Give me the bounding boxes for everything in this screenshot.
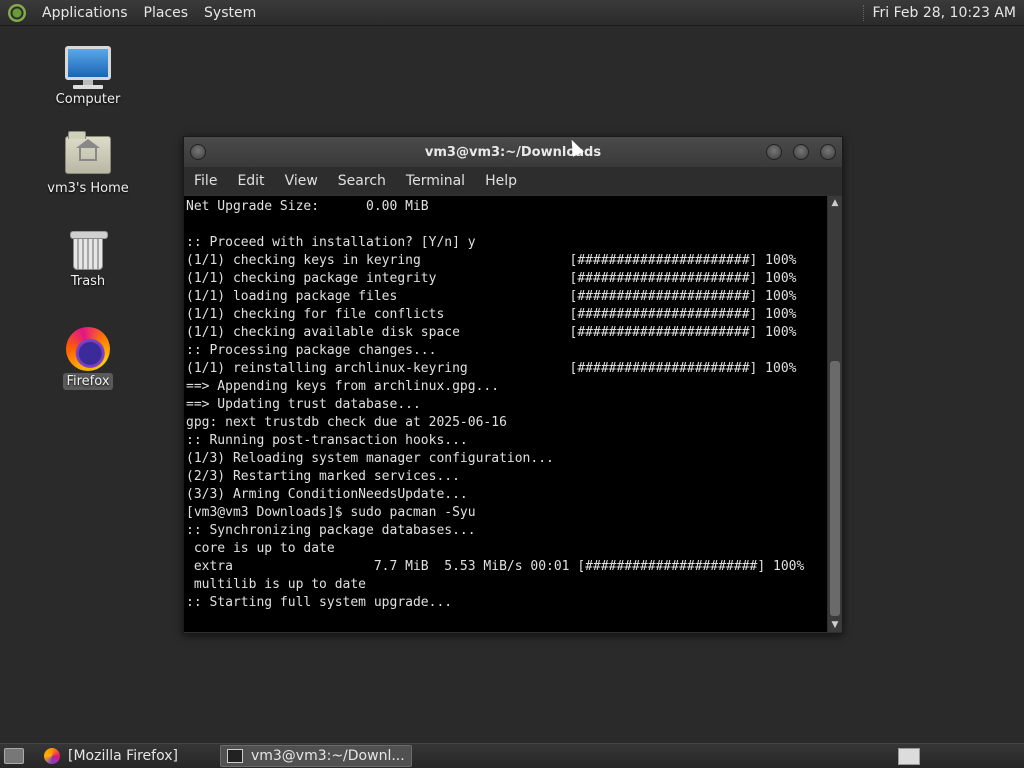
taskbar-item-label: vm3@vm3:~/Downl... [250,748,405,764]
taskbar-item-terminal[interactable]: vm3@vm3:~/Downl... [219,745,412,767]
desktop-icon-label: Trash [70,274,106,289]
terminal-line: (1/1) reinstalling archlinux-keyring [##… [186,361,797,376]
terminal-line: Net Upgrade Size: 0.00 MiB [186,199,429,214]
terminal-line: :: Proceed with installation? [Y/n] y [186,235,476,250]
firefox-icon [33,327,143,371]
terminal-line: (1/1) checking for file conflicts [#####… [186,307,797,322]
terminal-line: ==> Appending keys from archlinux.gpg... [186,379,500,394]
terminal-line: (1/1) checking keys in keyring [########… [186,253,797,268]
terminal-line: core is up to date [186,541,335,556]
top-panel: Applications Places System Fri Feb 28, 1… [0,0,1024,26]
terminal-line: (2/3) Restarting marked services... [186,469,460,484]
terminal-line: (1/1) checking available disk space [###… [186,325,797,340]
terminal-menubar: File Edit View Search Terminal Help [184,167,842,195]
terminal-line: (3/3) Arming ConditionNeedsUpdate... [186,487,468,502]
desktop-icon-label: Firefox [63,373,113,390]
terminal-line: extra 7.7 MiB 5.53 MiB/s 00:01 [########… [186,559,805,574]
menu-file[interactable]: File [184,173,227,189]
scroll-down-arrow-icon[interactable]: ▼ [828,618,842,632]
menu-applications[interactable]: Applications [34,5,136,21]
menu-terminal[interactable]: Terminal [396,173,475,189]
menu-edit[interactable]: Edit [227,173,274,189]
desktop-icon-label: Computer [55,92,121,107]
terminal-line: :: Starting full system upgrade... [186,595,453,610]
menu-view[interactable]: View [275,173,328,189]
clock[interactable]: Fri Feb 28, 10:23 AM [863,4,1020,21]
terminal-icon [226,749,243,763]
desktop-icon-home[interactable]: vm3's Home [33,131,143,197]
terminal-line: gpg: next trustdb check due at 2025-06-1… [186,415,507,430]
terminal-line: (1/3) Reloading system manager configura… [186,451,554,466]
terminal-line: :: Synchronizing package databases... [186,523,476,538]
terminal-line: :: Processing package changes... [186,343,437,358]
terminal-line: (1/1) checking package integrity [######… [186,271,797,286]
terminal-lines: Net Upgrade Size: 0.00 MiB :: Proceed wi… [184,196,827,612]
desktop-icon-label: vm3's Home [47,181,129,196]
window-menu-icon[interactable] [190,144,206,160]
terminal-line: multilib is up to date [186,577,367,592]
desktop-icon-firefox[interactable]: Firefox [33,327,143,390]
taskbar-item-label: [Mozilla Firefox] [68,748,178,764]
scroll-up-arrow-icon[interactable]: ▲ [828,196,842,210]
firefox-icon [44,748,60,764]
minimize-button[interactable] [766,144,782,160]
desktop-icon-computer[interactable]: Computer [33,46,143,108]
close-button[interactable] [820,144,836,160]
menu-help[interactable]: Help [475,173,527,189]
scroll-thumb[interactable] [830,361,840,616]
taskbar-item-firefox[interactable]: [Mozilla Firefox] [38,745,184,767]
computer-icon [33,46,143,89]
maximize-button[interactable] [793,144,809,160]
workspace-switcher[interactable] [898,748,920,765]
desktop-icon-trash[interactable]: Trash [33,231,143,290]
home-folder-icon [33,131,143,178]
menu-system[interactable]: System [196,5,264,21]
window-titlebar[interactable]: vm3@vm3:~/Downloads [184,137,842,167]
terminal-scrollbar[interactable]: ▲ ▼ [828,196,842,632]
show-desktop-icon[interactable] [4,748,24,764]
terminal-line: (1/1) loading package files [###########… [186,289,797,304]
terminal-line: ==> Updating trust database... [186,397,421,412]
terminal-line: [vm3@vm3 Downloads]$ sudo pacman -Syu [186,505,476,520]
distro-logo-icon[interactable] [8,3,26,22]
menu-places[interactable]: Places [136,5,197,21]
trash-icon [33,231,143,271]
bottom-panel: [Mozilla Firefox] vm3@vm3:~/Downl... [0,743,1024,768]
menu-search[interactable]: Search [328,173,396,189]
terminal-output[interactable]: Net Upgrade Size: 0.00 MiB :: Proceed wi… [184,196,827,632]
terminal-window[interactable]: vm3@vm3:~/Downloads File Edit View Searc… [183,136,843,634]
terminal-line: :: Running post-transaction hooks... [186,433,468,448]
